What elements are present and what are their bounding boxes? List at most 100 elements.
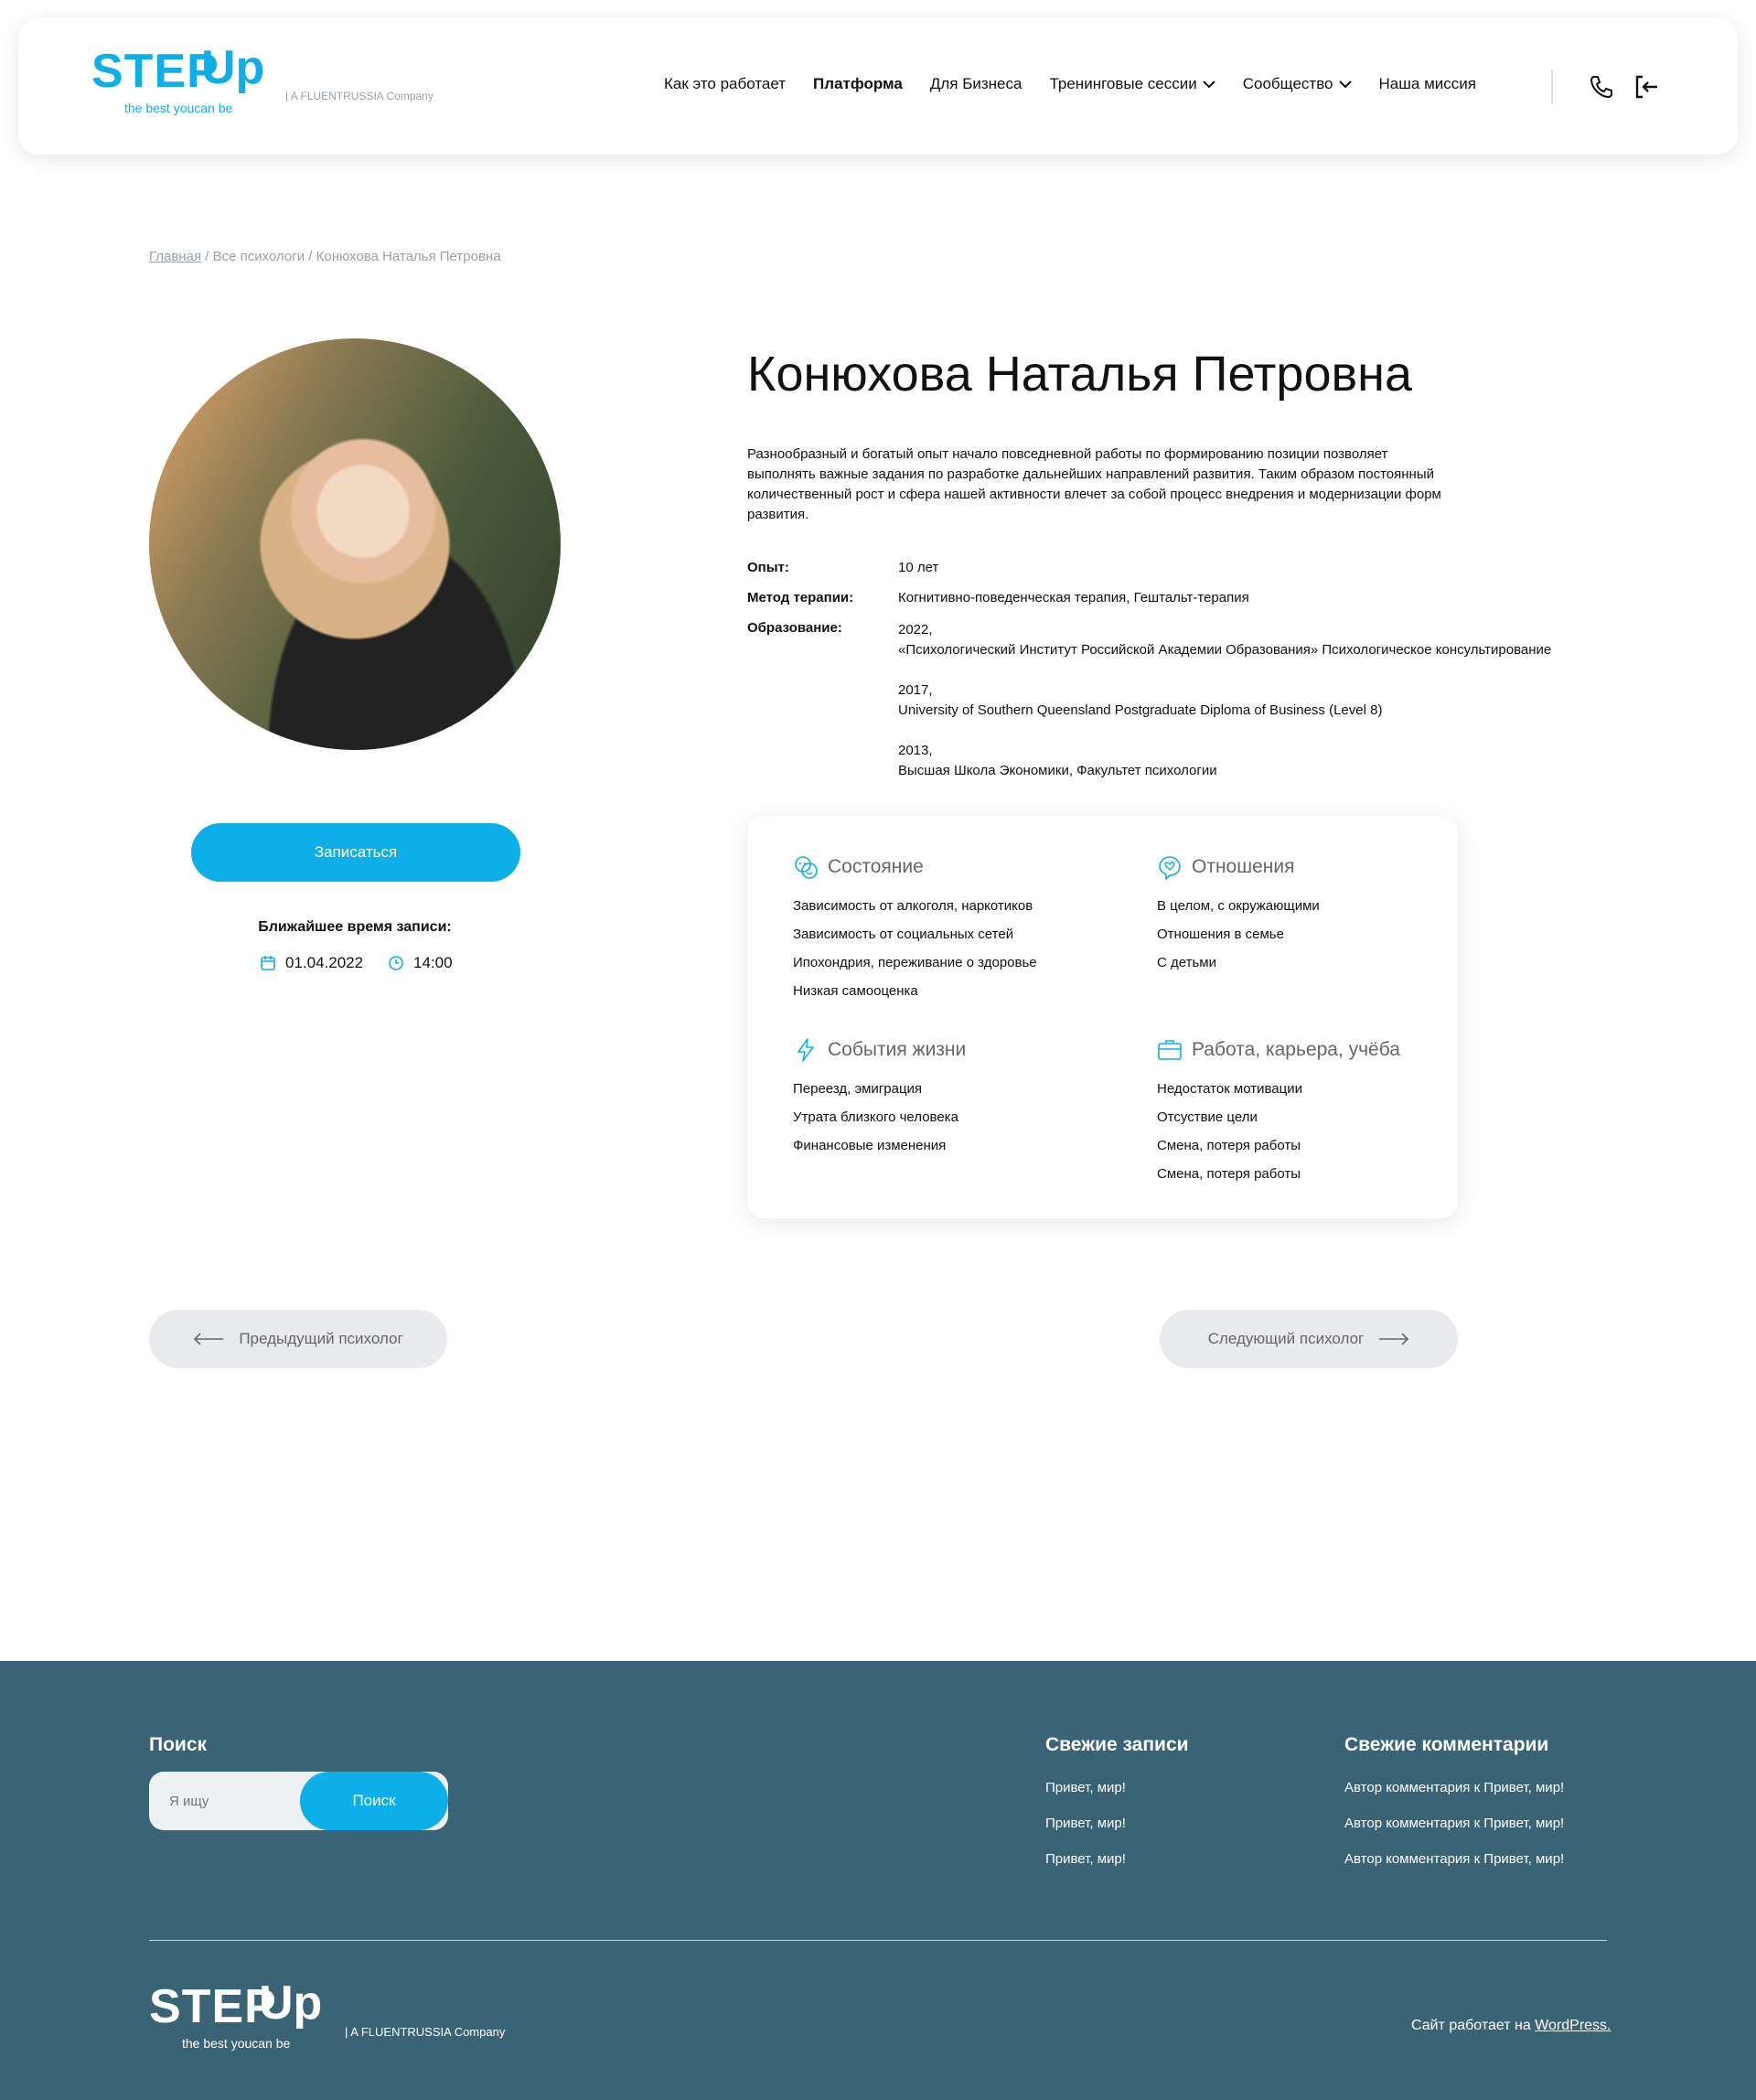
condition-head: Отношения: [1157, 854, 1320, 880]
education-entry: 2017, University of Southern Queensland P…: [898, 680, 1551, 721]
logo-company: | A FLUENTRUSSIA Company: [285, 90, 434, 102]
nav-label: Как это работает: [664, 75, 787, 92]
condition-item[interactable]: С детьми: [1157, 955, 1320, 970]
condition-head: Работа, карьера, учёба: [1157, 1037, 1400, 1063]
education-row: Образование: 2022, «Психологический Инсти…: [747, 620, 1551, 801]
education-entry: 2013, Высшая Школа Экономики, Факультет п…: [898, 741, 1551, 781]
site-header: STEP Up the best youcan be | A FLUENTRUS…: [18, 18, 1738, 155]
phone-icon[interactable]: [1588, 73, 1615, 101]
education-entry: 2022, «Психологический Институт Российско…: [898, 620, 1551, 660]
condition-item[interactable]: Смена, потеря работы: [1157, 1166, 1400, 1182]
education-year: 2013,: [898, 743, 933, 758]
condition-item[interactable]: Зависимость от социальных сетей: [793, 927, 1037, 942]
nav-how-it-works[interactable]: Как это работает: [664, 75, 786, 93]
lightning-icon: [798, 1038, 814, 1062]
nav-training[interactable]: Тренинговые сессии: [1049, 75, 1215, 93]
recent-post-link[interactable]: Привет, мир!: [1045, 1851, 1189, 1867]
psychologist-name: Конюхова Наталья Петровна: [747, 347, 1413, 402]
nav-label: Сообщество: [1242, 75, 1333, 92]
wordpress-link[interactable]: WordPress.: [1535, 2018, 1611, 2033]
condition-item[interactable]: Финансовые изменения: [793, 1138, 966, 1153]
logo-tagline: the best youcan be: [124, 101, 233, 115]
login-icon[interactable]: [1633, 73, 1661, 101]
nearest-date: 01.04.2022: [260, 954, 363, 972]
experience-value: 10 лет: [898, 560, 939, 575]
recent-comments-title: Свежие комментарии: [1344, 1734, 1549, 1755]
education-text: University of Southern Queensland Postgr…: [898, 702, 1383, 718]
nearest-time-label: Ближайшее время записи:: [258, 919, 452, 935]
education-year: 2017,: [898, 682, 933, 698]
logo-up-text: Up: [259, 1977, 323, 2030]
experience-label: Опыт:: [747, 560, 789, 575]
next-psychologist-button[interactable]: Следующий психолог: [1160, 1310, 1458, 1368]
nav-community[interactable]: Сообщество: [1243, 75, 1352, 93]
condition-item[interactable]: Утрата близкого человека: [793, 1109, 966, 1125]
breadcrumb-home[interactable]: Главная: [149, 249, 201, 264]
main-nav: Как это работает Платформа Для Бизнеса Т…: [664, 75, 1504, 93]
logo-tagline: the best youcan be: [182, 2036, 291, 2051]
recent-comment-link[interactable]: Автор комментария к Привет, мир!: [1344, 1851, 1564, 1867]
condition-item[interactable]: Недостаток мотивации: [1157, 1081, 1400, 1097]
nav-divider: [1551, 70, 1553, 104]
condition-title: События жизни: [828, 1039, 967, 1060]
condition-title: Состояние: [828, 856, 924, 877]
book-button[interactable]: Записаться: [191, 823, 520, 882]
footer-search-title: Поиск: [149, 1734, 208, 1755]
condition-item[interactable]: Низкая самооценка: [793, 983, 1037, 999]
chevron-down-icon: [1203, 80, 1215, 89]
condition-item[interactable]: Зависимость от алкоголя, наркотиков: [793, 898, 1037, 914]
chevron-down-icon: [1338, 80, 1352, 89]
method-label: Метод терапии:: [747, 590, 854, 605]
method-row: Метод терапии: Когнитивно-поведенческая …: [747, 590, 1551, 605]
nav-mission[interactable]: Наша миссия: [1379, 75, 1476, 93]
footer-powered-by: Сайт работает на WordPress.: [1411, 2018, 1611, 2034]
recent-comment-link[interactable]: Автор комментария к Привет, мир!: [1344, 1780, 1564, 1795]
footer-search-form: Поиск: [149, 1772, 448, 1830]
psychologist-info: Опыт: 10 лет Метод терапии: Когнитивно-п…: [747, 560, 1551, 816]
nearest-date-value: 01.04.2022: [285, 954, 364, 971]
nav-platform[interactable]: Платформа: [813, 75, 903, 93]
condition-item[interactable]: В целом, с окружающими: [1157, 898, 1320, 914]
condition-item[interactable]: Отношения в семье: [1157, 927, 1320, 942]
clock-icon: [389, 956, 403, 970]
recent-post-link[interactable]: Привет, мир!: [1045, 1816, 1189, 1831]
education-list: 2022, «Психологический Институт Российско…: [898, 620, 1551, 801]
footer-logo[interactable]: STEP Up the best youcan be: [149, 1977, 322, 2051]
condition-item[interactable]: Ипохондрия, переживание о здоровье: [793, 955, 1037, 970]
arrow-left-icon: [194, 1333, 224, 1345]
nearest-time-value: 14:00: [413, 954, 453, 971]
breadcrumb-sep: /: [305, 249, 316, 264]
calendar-icon: [261, 956, 275, 970]
condition-group-work: Работа, карьера, учёба Недостаток мотива…: [1157, 1037, 1400, 1195]
recent-posts-title: Свежие записи: [1045, 1734, 1189, 1755]
condition-item[interactable]: Отсуствие цели: [1157, 1109, 1400, 1125]
method-value: Когнитивно-поведенческая терапия, Гештал…: [898, 590, 1249, 605]
recent-post-link[interactable]: Привет, мир!: [1045, 1780, 1189, 1795]
condition-head: Состояние: [793, 854, 1037, 880]
nearest-time: 14:00: [388, 954, 453, 972]
education-text: «Психологический Институт Российской Ака…: [898, 642, 1552, 658]
condition-group-events: События жизни Переезд, эмиграция Утрата …: [793, 1037, 966, 1166]
footer-search-input[interactable]: [149, 1772, 314, 1830]
experience-row: Опыт: 10 лет: [747, 560, 1551, 575]
condition-group-relations: Отношения В целом, с окружающими Отношен…: [1157, 854, 1320, 983]
recent-comment-link[interactable]: Автор комментария к Привет, мир!: [1344, 1816, 1564, 1831]
psychologist-bio: Разнообразный и богатый опыт начало повс…: [747, 446, 1441, 522]
condition-item[interactable]: Переезд, эмиграция: [793, 1081, 966, 1097]
condition-item[interactable]: Смена, потеря работы: [1157, 1138, 1400, 1153]
heart-bubble-icon: [1159, 856, 1181, 880]
briefcase-icon: [1158, 1040, 1182, 1060]
breadcrumb-all[interactable]: Все психологи: [213, 249, 305, 264]
condition-head: События жизни: [793, 1037, 966, 1063]
condition-group-state: Состояние Зависимость от алкоголя, нарко…: [793, 854, 1037, 1012]
nav-label: Платформа: [813, 75, 903, 92]
footer-search-button[interactable]: Поиск: [300, 1772, 448, 1830]
breadcrumb: Главная / Все психологи / Конюхова Натал…: [149, 249, 501, 264]
nav-business[interactable]: Для Бизнеса: [930, 75, 1023, 93]
prev-psychologist-button[interactable]: Предыдущий психолог: [149, 1310, 447, 1368]
prev-label: Предыдущий психолог: [239, 1330, 403, 1347]
breadcrumb-sep: /: [201, 249, 213, 264]
faces-icon: [795, 856, 818, 879]
site-logo[interactable]: STEP Up the best youcan be: [91, 41, 264, 115]
site-footer: Поиск Поиск Свежие записи Привет, мир! П…: [0, 1661, 1756, 2100]
